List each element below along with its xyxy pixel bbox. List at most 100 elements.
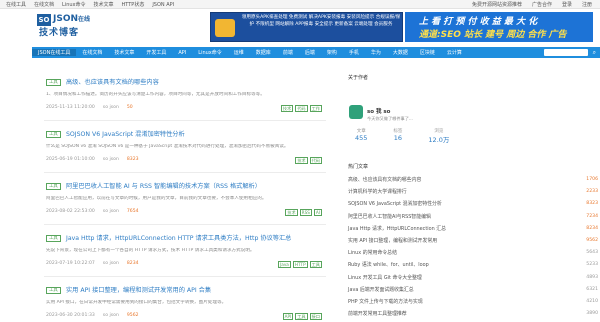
article-label[interactable]: HTTP: [292, 261, 308, 268]
article-item: 工具 阿里巴巴收人工智能 AI 与 RSS 智能编辑的技术方案（RSS 格式解析…: [44, 177, 326, 225]
article-title[interactable]: 阿里巴巴收人工智能 AI 与 RSS 智能编辑的技术方案（RSS 格式解析）: [66, 183, 261, 191]
hot-article-item[interactable]: 高级、也应该具有文档的哪些内容 1706: [348, 177, 598, 189]
article-views: 9562: [126, 313, 139, 318]
ad-banner-right-line2: 通道:SEO 站长 建号 周边 合作 广告: [419, 30, 567, 40]
article-meta: 2023-06-30 20:01:33 so json 9562: [46, 313, 139, 318]
hot-article-item[interactable]: Java 后端开发面试题收集汇总 6321: [348, 287, 598, 299]
article-title[interactable]: 实用 API 接口整理，编程和测试开发常用的 API 合集: [66, 287, 211, 295]
article-label[interactable]: Java: [278, 261, 291, 268]
hot-article-item[interactable]: 实用 API 接口整理，编程和测试开发常用 9562: [348, 238, 598, 250]
article-label[interactable]: 接口: [309, 313, 322, 320]
nav-item-huawei[interactable]: 华为: [365, 49, 387, 56]
nav-item-frontend[interactable]: 前端: [277, 49, 299, 56]
nav-item-blockchain[interactable]: 区块链: [414, 49, 441, 56]
article-tag[interactable]: 工具: [46, 235, 61, 242]
login-link[interactable]: 登录: [562, 1, 572, 8]
site-logo[interactable]: SO JSON在线 技术博客: [37, 13, 117, 39]
article-label[interactable]: 工具: [295, 313, 308, 320]
nav-item-devtools[interactable]: 开发工具: [140, 49, 172, 56]
nav-item-api[interactable]: API: [172, 50, 192, 56]
article-meta: 2023-08-02 22:53:00 so json 7654: [46, 209, 139, 214]
nav-item-linux[interactable]: Linux命令: [192, 49, 227, 56]
nav-item-articles[interactable]: 技术文章: [108, 49, 140, 56]
hot-article-item[interactable]: Java Http 请求，HttpURLConnection 汇总 8234: [348, 226, 598, 238]
article-item: 工具 实用 API 接口整理，编程和测试开发常用的 API 合集 实用 API …: [44, 281, 326, 322]
article-label[interactable]: API: [282, 313, 294, 320]
author-stats: 文章 455 标签 16 浏览 12.0万: [355, 128, 449, 144]
avatar[interactable]: [349, 105, 363, 119]
article-labels: 技术 代码: [295, 157, 322, 164]
article-desc: 先说下背景，现在公司上下都有一个各自的 HTTP 请求方式，技术 HTTP 请求…: [46, 248, 255, 253]
stat-tags: 标签 16: [393, 129, 403, 142]
author-name[interactable]: so 我 so: [367, 107, 390, 115]
top-link-docs[interactable]: 在线文档: [34, 1, 54, 8]
nav-item-cloud[interactable]: 云计算: [441, 49, 468, 56]
nav-item-db[interactable]: 数据库: [250, 49, 277, 56]
hot-article-item[interactable]: SOJSON V6 JavaScript 混淆加密特性分析 8323: [348, 201, 598, 213]
article-tag[interactable]: 工具: [46, 183, 61, 190]
article-author[interactable]: so json: [103, 313, 119, 318]
article-item: 工具 高级、也应该具有文档的哪些内容 1、项目情况和工作描述。简历的开头应该写清…: [44, 73, 326, 121]
top-link-articles[interactable]: 技术文章: [94, 1, 114, 8]
article-label[interactable]: 代码: [309, 157, 322, 164]
logo-badge: SO: [37, 14, 51, 26]
nav-item-backend[interactable]: 后端: [299, 49, 321, 56]
article-tag[interactable]: 工具: [46, 79, 61, 86]
nav-search-input[interactable]: [544, 49, 588, 56]
article-label[interactable]: 技术: [295, 157, 308, 164]
article-label[interactable]: 技术: [280, 105, 294, 112]
article-title[interactable]: Java Http 请求，HttpURLConnection HTTP 请求工具…: [66, 235, 291, 243]
hot-articles-heading: 热门文章: [348, 164, 369, 170]
top-link-tools[interactable]: 在线工具: [6, 1, 26, 8]
hot-article-item[interactable]: 计算机科学的大学课程排行 2233: [348, 189, 598, 201]
article-label[interactable]: AI: [313, 209, 322, 216]
article-label[interactable]: 技术: [285, 209, 298, 216]
article-date: 2025-11-13 11:20:00: [46, 105, 95, 110]
article-desc: 1、项目情况和工作描述。简历的开头应该写清楚工作内容，项目时间等，尤其是开放时间…: [46, 92, 265, 97]
article-author[interactable]: so json: [103, 105, 119, 110]
top-link-api[interactable]: JSON API: [152, 2, 174, 8]
article-author[interactable]: so json: [103, 157, 119, 162]
nav-item-bigdata[interactable]: 大数据: [387, 49, 414, 56]
sidebar-heading: 关于作者: [348, 75, 369, 81]
article-title[interactable]: 高级、也应该具有文档的哪些内容: [66, 79, 159, 87]
ad-banner-left[interactable]: 领用原头APK排查处理 免费测试 解决APK安装报毒 安装风险提示 合规误报/保…: [210, 12, 403, 42]
article-author[interactable]: so json: [103, 209, 119, 214]
top-notice[interactable]: 免费开源网站资源推荐: [472, 1, 522, 8]
nav-item-arch[interactable]: 架构: [321, 49, 343, 56]
hot-article-item[interactable]: 阿里巴巴收人工智能AI与RSS智能编辑 7234: [348, 214, 598, 226]
article-label[interactable]: RSS: [299, 209, 312, 216]
article-item: 工具 SOJSON V6 JavaScript 混淆加密特性分析 什么是 SOJ…: [44, 125, 326, 173]
article-tag[interactable]: 工具: [46, 131, 61, 138]
article-meta: 2025-06-19 01:10:00 so json 8323: [46, 157, 139, 162]
nav-item-json[interactable]: JSON在线工具: [32, 49, 77, 56]
article-author[interactable]: so json: [103, 261, 119, 266]
article-date: 2025-06-19 01:10:00: [46, 157, 95, 162]
author-motto: 今天你又做了哪件事了...: [367, 116, 413, 121]
hot-article-item[interactable]: Ruby 语法 while、for、until、loop 5233: [348, 262, 598, 274]
article-labels: 技术 RSS AI: [285, 209, 322, 216]
article-tag[interactable]: 工具: [46, 287, 61, 294]
article-labels: 技术 代码 工作: [280, 105, 322, 112]
hot-article-item[interactable]: Linux 开发工具 Git 命令大全整理 4893: [348, 275, 598, 287]
top-link-linux[interactable]: Linux命令: [62, 1, 85, 8]
article-item: 工具 Java Http 请求，HttpURLConnection HTTP 请…: [44, 229, 326, 277]
register-link[interactable]: 注册: [582, 1, 592, 8]
article-label[interactable]: 工具: [309, 261, 322, 268]
hot-article-item[interactable]: Linux 的常用命令总结 5643: [348, 250, 598, 262]
hot-article-item[interactable]: PHP 文件上传与下载的方法与实现 4210: [348, 299, 598, 311]
nav-item-docs[interactable]: 在线文档: [76, 49, 108, 56]
top-link-http[interactable]: HTTP状态: [122, 1, 145, 8]
article-label[interactable]: 代码: [295, 105, 308, 112]
article-views: 8234: [126, 261, 139, 266]
hot-article-item[interactable]: 前端开发常用工具整理推荐 3890: [348, 311, 598, 322]
nav-item-ops[interactable]: 运维: [228, 49, 250, 56]
nav-item-mobile[interactable]: 手机: [343, 49, 365, 56]
article-label[interactable]: 工作: [309, 105, 322, 112]
article-title[interactable]: SOJSON V6 JavaScript 混淆加密特性分析: [66, 131, 185, 139]
article-desc: 实用 API 接口，在日常开发中经常需要用到的接口的集合，包括文字转换，图片处理…: [46, 300, 227, 305]
search-icon[interactable]: ⌕: [593, 49, 596, 56]
ad-banner-right[interactable]: 上 看 打 预 付 收 益 最 大 化 通道:SEO 站长 建号 周边 合作 广…: [405, 12, 593, 42]
logo-text: JSON在线: [53, 14, 91, 24]
top-promo[interactable]: 广告合作: [532, 1, 552, 8]
